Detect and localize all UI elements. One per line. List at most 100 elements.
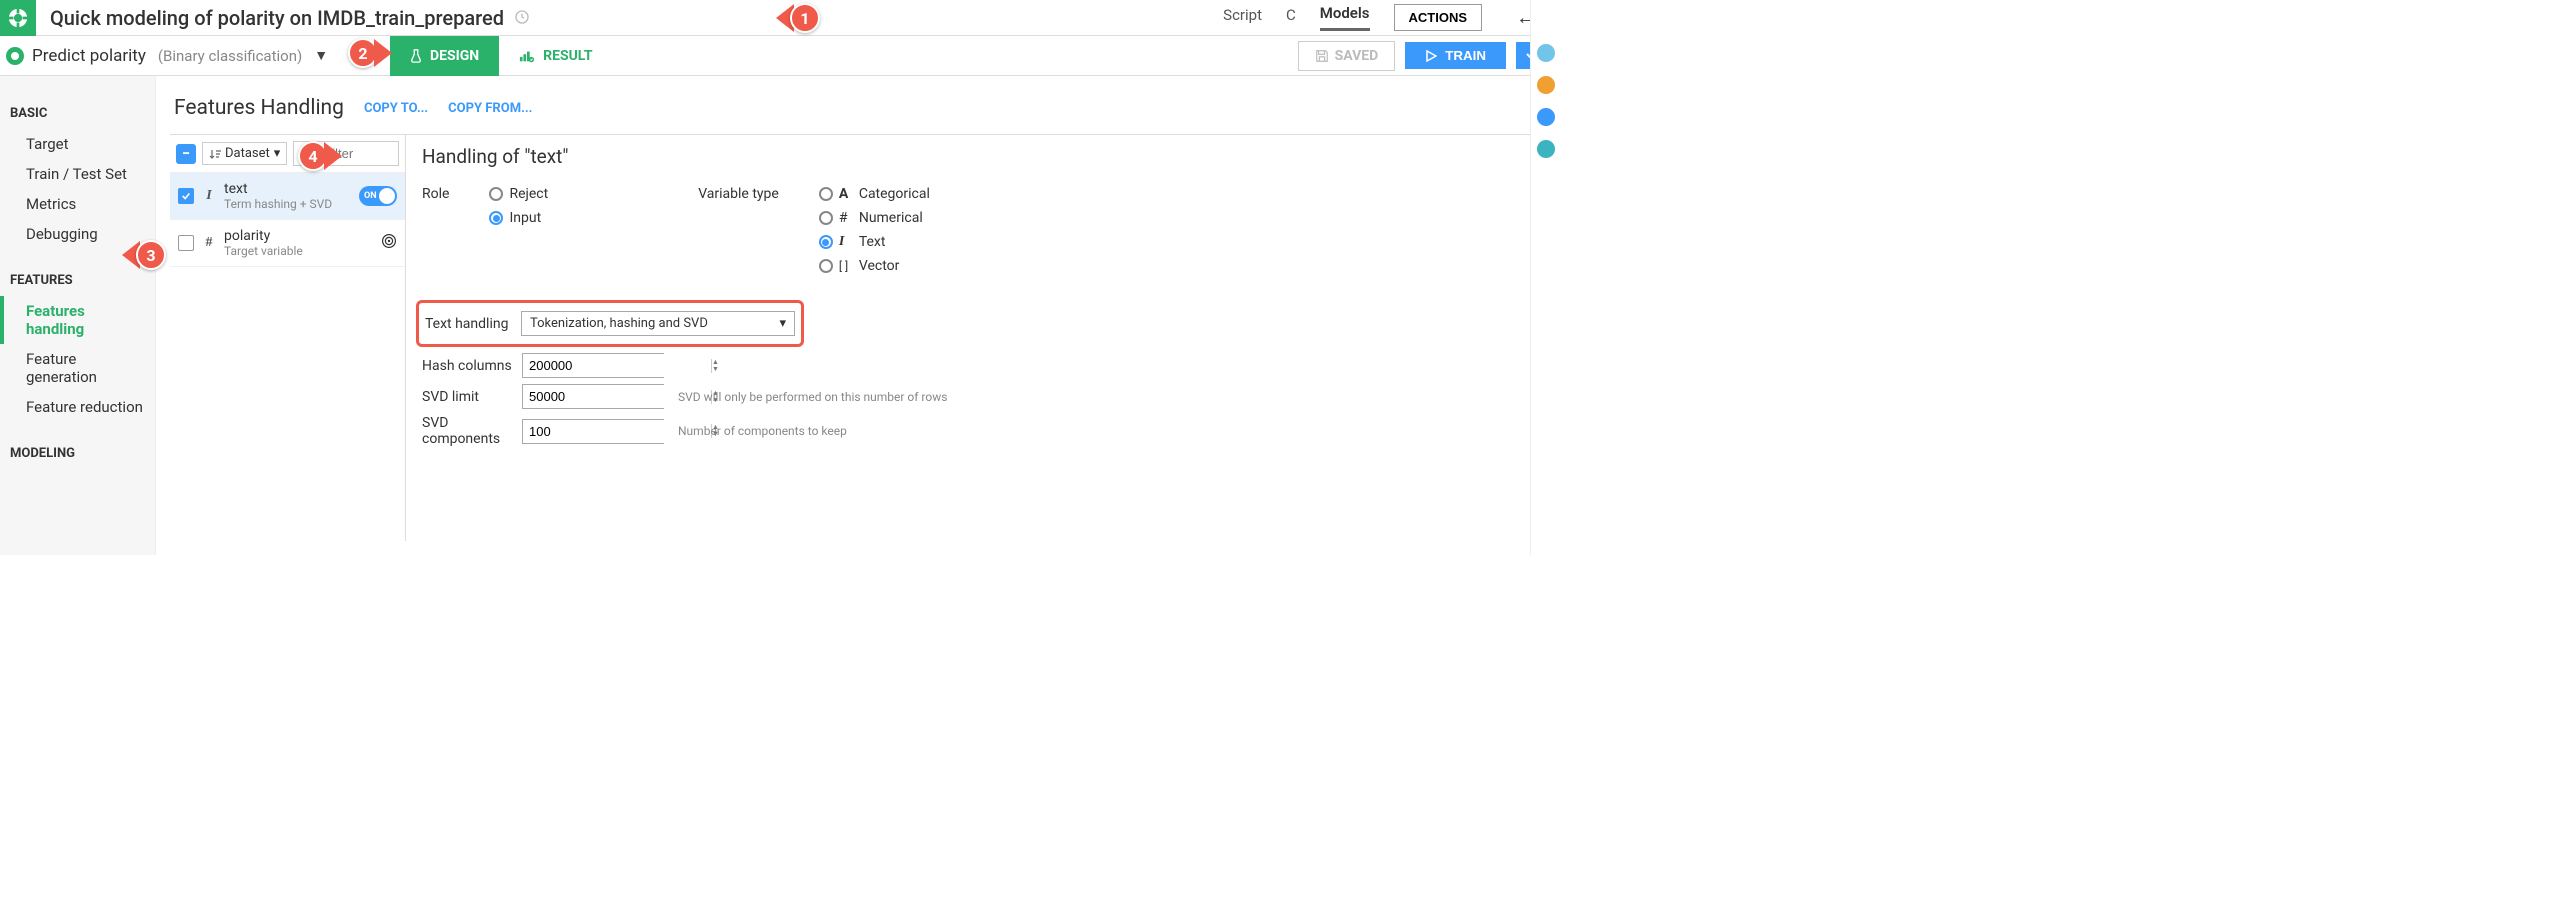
feature-row-polarity[interactable]: # polarity Target variable xyxy=(170,220,405,267)
content-header: Features Handling COPY TO... COPY FROM..… xyxy=(170,90,1546,134)
rail-info-icon[interactable] xyxy=(1537,76,1555,94)
caret-down-icon[interactable]: ▼ xyxy=(314,47,328,64)
right-rail xyxy=(1530,0,1560,555)
train-label: TRAIN xyxy=(1445,48,1486,63)
toggle-on-label: ON xyxy=(364,191,377,201)
save-icon xyxy=(1315,49,1329,63)
sidebar-item-metrics[interactable]: Metrics xyxy=(0,189,155,219)
filter-input[interactable] xyxy=(318,142,398,165)
text-handling-select[interactable]: Tokenization, hashing and SVD ▾ xyxy=(521,311,795,336)
param-label: Hash columns xyxy=(422,358,522,374)
vartype-option-numerical[interactable]: # Numerical xyxy=(819,210,930,226)
sidebar-item-features-handling[interactable]: Features handling xyxy=(0,296,155,344)
radio-icon xyxy=(489,211,503,225)
saved-indicator: SAVED xyxy=(1298,41,1396,71)
tab-result[interactable]: RESULT xyxy=(499,36,612,76)
nav-script[interactable]: Script xyxy=(1223,6,1262,30)
sidebar-item-feature-generation[interactable]: Feature generation xyxy=(0,344,155,392)
feature-toggle[interactable]: ON xyxy=(359,186,397,206)
copy-from-link[interactable]: COPY FROM... xyxy=(448,101,532,116)
select-all-toggle[interactable]: − xyxy=(176,144,196,164)
content-body: − Dataset ▾ xyxy=(170,134,1546,541)
vartype-option-label: Categorical xyxy=(859,186,930,202)
role-option-reject[interactable]: Reject xyxy=(489,186,548,202)
rail-chat-icon[interactable] xyxy=(1537,108,1555,126)
app-logo[interactable] xyxy=(0,0,36,36)
sidebar-item-target[interactable]: Target xyxy=(0,129,155,159)
role-label: Role xyxy=(422,186,449,274)
tab-design[interactable]: DESIGN xyxy=(390,36,499,76)
train-button[interactable]: TRAIN xyxy=(1405,42,1506,69)
number-spinner[interactable]: ▲▼ xyxy=(711,359,719,373)
page-title-text: Quick modeling of polarity on IMDB_train… xyxy=(50,6,504,30)
nav-charts[interactable]: C xyxy=(1286,6,1296,30)
actions-button[interactable]: ACTIONS xyxy=(1394,4,1483,31)
feature-text-block: polarity Target variable xyxy=(224,228,373,258)
content-area: Features Handling COPY TO... COPY FROM..… xyxy=(156,76,1560,555)
rail-add-icon[interactable] xyxy=(1537,44,1555,62)
vartype-option-text[interactable]: I Text xyxy=(819,234,930,250)
history-icon[interactable] xyxy=(514,6,530,30)
hash-columns-field[interactable] xyxy=(523,354,711,377)
nav-models[interactable]: Models xyxy=(1320,4,1370,31)
vartype-glyph: [ ] xyxy=(839,259,853,273)
sidebar-item-debugging[interactable]: Debugging xyxy=(0,219,155,249)
sidebar-item-train-test[interactable]: Train / Test Set xyxy=(0,159,155,189)
settings-sidebar: BASIC Target Train / Test Set Metrics De… xyxy=(0,76,156,555)
feature-sub: Term hashing + SVD xyxy=(224,197,351,211)
param-help: Number of components to keep xyxy=(678,424,847,438)
vartype-option-categorical[interactable]: A Categorical xyxy=(819,186,930,202)
chevron-down-icon[interactable]: ▼ xyxy=(712,366,719,373)
sub-header: Predict polarity (Binary classification)… xyxy=(0,36,1560,76)
model-status-icon xyxy=(6,47,24,65)
feature-text-block: text Term hashing + SVD xyxy=(224,181,351,211)
main: BASIC Target Train / Test Set Metrics De… xyxy=(0,76,1560,555)
feature-list-panel: − Dataset ▾ xyxy=(170,135,406,541)
param-row-hash-columns: Hash columns ▲▼ xyxy=(422,353,1530,378)
vartype-options: A Categorical # Numerical I xyxy=(819,186,930,274)
tab-result-label: RESULT xyxy=(543,48,592,64)
sort-dropdown[interactable]: Dataset ▾ xyxy=(202,142,287,165)
sidebar-section-modeling: MODELING xyxy=(0,440,155,469)
search-icon xyxy=(294,146,318,162)
sidebar-section-basic: BASIC xyxy=(0,100,155,129)
design-result-tabs: DESIGN RESULT xyxy=(390,36,613,76)
feature-name: text xyxy=(224,181,351,197)
caret-down-icon: ▾ xyxy=(779,316,786,331)
vartype-option-vector[interactable]: [ ] Vector xyxy=(819,258,930,274)
chart-check-icon xyxy=(519,49,535,63)
tab-design-label: DESIGN xyxy=(430,48,479,64)
text-handling-value: Tokenization, hashing and SVD xyxy=(530,316,708,331)
vartype-glyph: A xyxy=(839,186,853,202)
vartype-option-label: Vector xyxy=(859,258,900,274)
radio-icon xyxy=(819,211,833,225)
sidebar-item-feature-reduction[interactable]: Feature reduction xyxy=(0,392,155,422)
content-title: Features Handling xyxy=(174,96,344,120)
svd-limit-input: ▲▼ xyxy=(522,384,664,409)
radio-icon xyxy=(819,259,833,273)
vartype-option-label: Numerical xyxy=(859,210,923,226)
sidebar-section-features: FEATURES xyxy=(0,267,155,296)
play-icon xyxy=(1425,50,1437,62)
vartype-glyph: # xyxy=(839,210,853,226)
role-option-label: Reject xyxy=(509,186,548,202)
top-bar: Quick modeling of polarity on IMDB_train… xyxy=(0,0,1560,36)
model-breadcrumb[interactable]: Predict polarity (Binary classification)… xyxy=(0,46,328,66)
right-actions: SAVED TRAIN xyxy=(1298,41,1560,71)
detail-title: Handling of "text" xyxy=(422,145,1530,168)
feature-toolbar: − Dataset ▾ xyxy=(170,135,405,173)
flask-icon xyxy=(410,49,422,63)
copy-to-link[interactable]: COPY TO... xyxy=(364,101,428,116)
text-handling-highlight: Text handling Tokenization, hashing and … xyxy=(416,300,804,347)
feature-checkbox[interactable] xyxy=(178,235,194,251)
feature-detail-panel: Handling of "text" Role Reject Input xyxy=(406,135,1546,541)
radio-icon xyxy=(489,187,503,201)
vartype-glyph: I xyxy=(839,234,853,250)
feature-checkbox[interactable] xyxy=(178,188,194,204)
caret-down-icon: ▾ xyxy=(274,146,281,161)
param-help: SVD will only be performed on this numbe… xyxy=(678,390,947,404)
feature-row-text[interactable]: I text Term hashing + SVD ON xyxy=(170,173,405,220)
text-handling-label: Text handling xyxy=(425,316,521,332)
rail-clock-icon[interactable] xyxy=(1537,140,1555,158)
role-option-input[interactable]: Input xyxy=(489,210,548,226)
